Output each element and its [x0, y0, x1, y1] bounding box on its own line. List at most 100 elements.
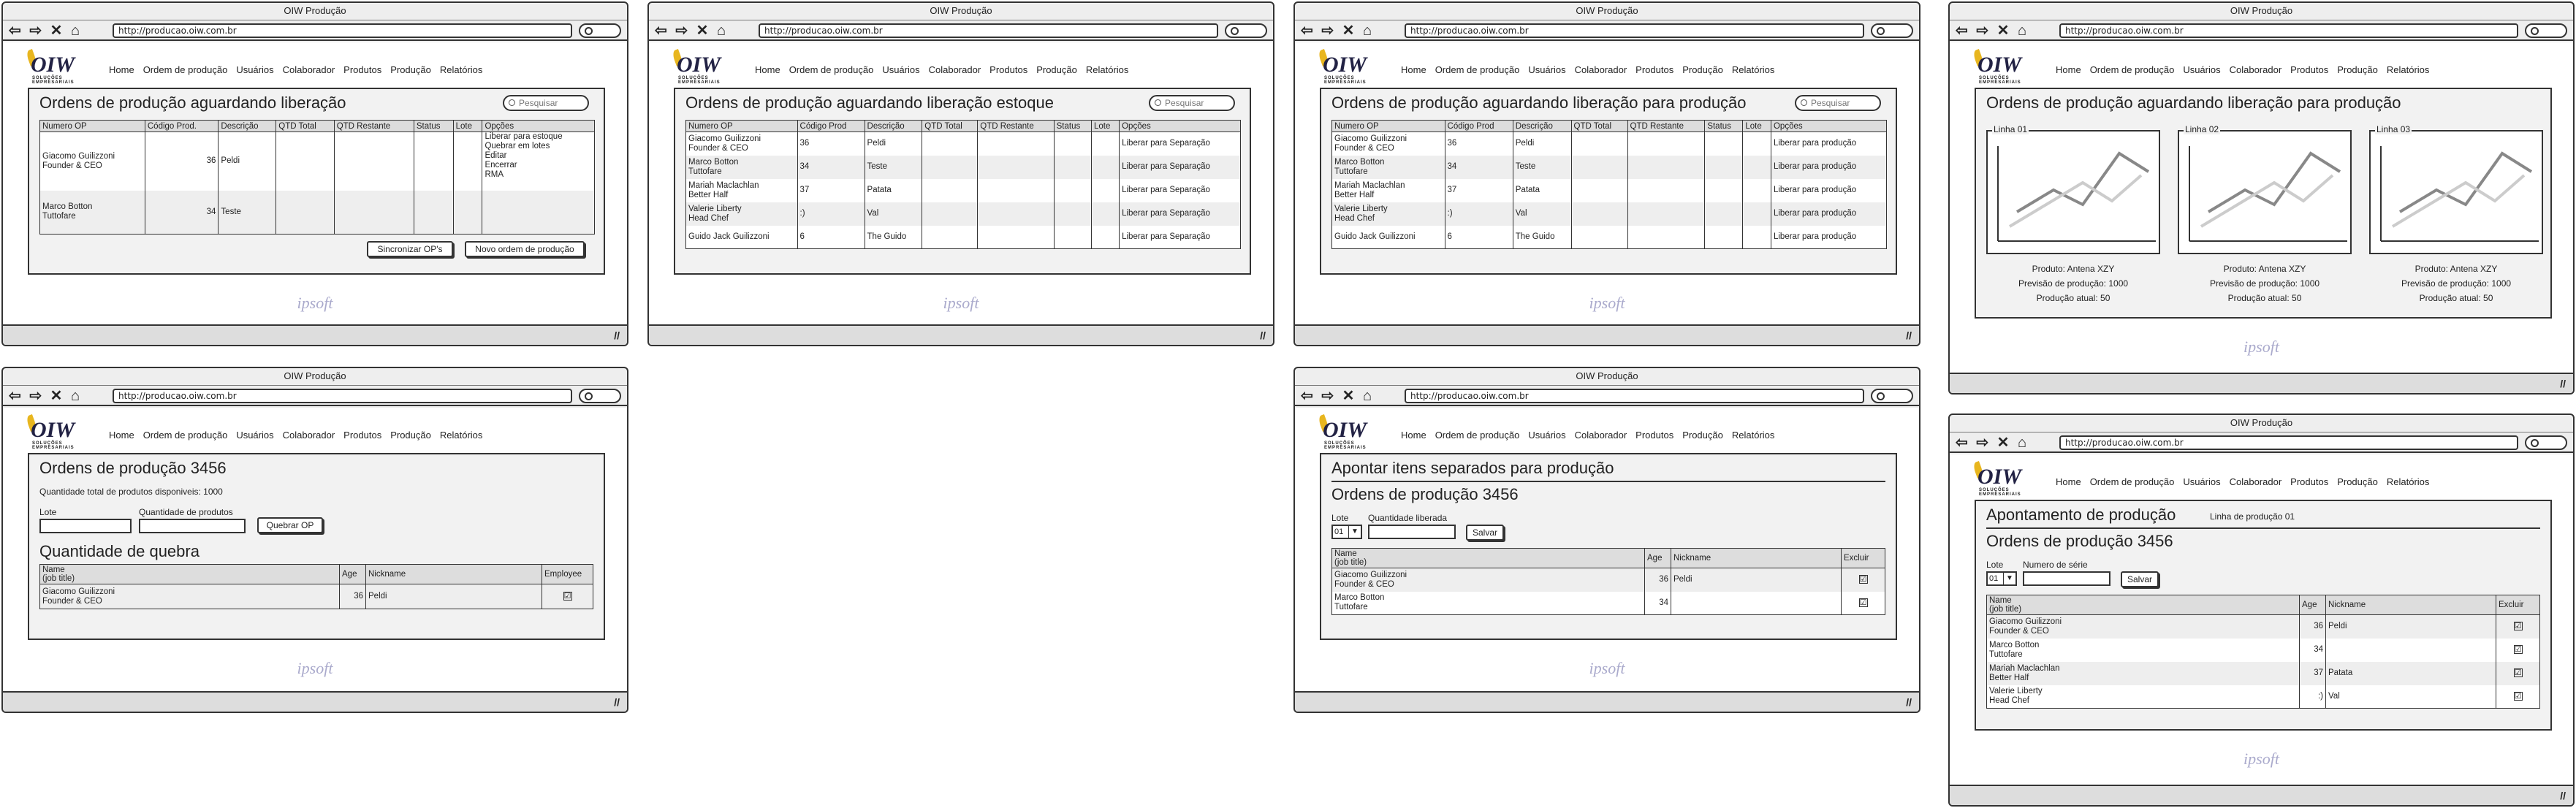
browser-nav-icons[interactable]: ⇦ ⇨ ✕ ⌂ [1301, 388, 1374, 404]
browser-nav-icons[interactable]: ⇦ ⇨ ✕ ⌂ [655, 23, 728, 39]
browser-search-icon[interactable] [2525, 435, 2567, 450]
cell-opcoes[interactable]: Liberar para produção [1770, 132, 1888, 156]
menu-colaborador[interactable]: Colaborador [283, 430, 335, 441]
menu-producao[interactable]: Produção [1682, 64, 1723, 75]
checkbox-icon[interactable]: ☑ [2513, 645, 2523, 654]
col-name[interactable]: Name (job title) [1331, 548, 1645, 568]
menu-colaborador[interactable]: Colaborador [1575, 64, 1627, 75]
sync-op-button[interactable]: Sincronizar OP's [367, 241, 453, 257]
serie-input[interactable] [2023, 571, 2110, 586]
menu-producao[interactable]: Produção [2337, 64, 2378, 75]
menu-usuarios[interactable]: Usuários [2183, 476, 2220, 487]
menu-relatorios[interactable]: Relatórios [440, 430, 483, 441]
menu-home[interactable]: Home [109, 430, 134, 441]
checkbox-icon[interactable]: ☑ [2513, 668, 2523, 677]
url-bar[interactable]: http://producao.oiw.com.br [2059, 435, 2518, 450]
browser-search-icon[interactable] [2525, 23, 2567, 38]
col-nickname[interactable]: Nickname [2325, 595, 2496, 615]
table-row[interactable]: Valerie Liberty Head Chef:) Val ☑ [1986, 685, 2540, 709]
checkbox-icon[interactable]: ☑ [1858, 575, 1868, 584]
qtd-input[interactable] [1368, 525, 1456, 539]
menu-ordem[interactable]: Ordem de produção [143, 64, 228, 75]
col-header[interactable]: Numero OP [1331, 120, 1445, 132]
col-header[interactable]: QTD Restante [333, 120, 414, 132]
col-header[interactable]: Lote [1090, 120, 1120, 132]
menu-producao[interactable]: Produção [1682, 430, 1723, 441]
col-header[interactable]: Numero OP [685, 120, 798, 132]
menu-home[interactable]: Home [109, 64, 134, 75]
col-header[interactable]: Opções [482, 120, 595, 132]
menu-relatorios[interactable]: Relatórios [1732, 430, 1775, 441]
new-op-button[interactable]: Novo ordem de produção [465, 241, 585, 257]
cell-opcoes[interactable]: Liberar para Separação [1119, 202, 1241, 226]
cell-opcoes[interactable]: Liberar para Separação [1119, 225, 1241, 249]
table-row[interactable]: Mariah Maclachlan Better Half 37 Patata Lib… [1331, 178, 1888, 202]
menu-home[interactable]: Home [2056, 64, 2081, 75]
col-header[interactable]: Código Prod [1444, 120, 1513, 132]
menu-relatorios[interactable]: Relatórios [1732, 64, 1775, 75]
menu-colaborador[interactable]: Colaborador [1575, 430, 1627, 441]
menu-ordem[interactable]: Ordem de produção [1435, 430, 1520, 441]
table-row[interactable]: Marco Botton Tuttofare 34 Teste [39, 190, 595, 235]
col-name[interactable]: Name (job title) [1986, 595, 2300, 615]
col-age[interactable]: Age [2299, 595, 2326, 615]
col-header[interactable]: Status [413, 120, 454, 132]
col-header[interactable]: QTD Restante [1627, 120, 1706, 132]
col-age[interactable]: Age [339, 564, 366, 584]
table-row[interactable]: Giacomo Guilizzoni Founder & CEO 36 Peldi L… [685, 132, 1241, 156]
table-row[interactable]: Valerie Liberty Head Chef:) Val Liberar pa… [1331, 202, 1888, 226]
menu-usuarios[interactable]: Usuários [236, 64, 273, 75]
lote-input[interactable] [39, 519, 132, 533]
menu-produtos[interactable]: Produtos [2290, 476, 2328, 487]
menu-colaborador[interactable]: Colaborador [2230, 476, 2282, 487]
salvar-button[interactable]: Salvar [1466, 525, 1504, 541]
search-input[interactable]: Pesquisar [503, 95, 589, 111]
col-header[interactable]: Lote [452, 120, 483, 132]
col-header[interactable]: Opções [1119, 120, 1241, 132]
browser-nav-icons[interactable]: ⇦ ⇨ ✕ ⌂ [1956, 23, 2029, 39]
resize-grip-icon[interactable]: // [1906, 696, 1912, 708]
url-bar[interactable]: http://producao.oiw.com.br [2059, 23, 2518, 38]
menu-colaborador[interactable]: Colaborador [929, 64, 981, 75]
browser-search-icon[interactable] [1871, 389, 1913, 403]
cell-opcoes[interactable]: Liberar para estoque Quebrar em lotes Ed… [482, 132, 595, 191]
checkbox-icon[interactable]: ☑ [1858, 598, 1868, 607]
col-header[interactable]: Descrição [864, 120, 923, 132]
browser-nav-icons[interactable]: ⇦ ⇨ ✕ ⌂ [9, 388, 82, 404]
menu-usuarios[interactable]: Usuários [2183, 64, 2220, 75]
col-header[interactable]: Numero OP [39, 120, 145, 132]
col-header[interactable]: Lote [1742, 120, 1771, 132]
table-row[interactable]: Mariah Maclachlan Better Half 37 Patata ☑ [1986, 661, 2540, 685]
menu-colaborador[interactable]: Colaborador [2230, 64, 2282, 75]
menu-home[interactable]: Home [1401, 430, 1426, 441]
col-employee[interactable]: Employee [542, 564, 593, 584]
menu-home[interactable]: Home [2056, 476, 2081, 487]
table-row[interactable]: Mariah Maclachlan Better Half 37 Patata Lib… [685, 178, 1241, 202]
resize-grip-icon[interactable]: // [2560, 378, 2566, 389]
browser-search-icon[interactable] [579, 389, 621, 403]
table-row[interactable]: Guido Jack Guilizzoni 6 The Guido Liberar p… [1331, 225, 1888, 249]
table-row[interactable]: Giacomo Guilizzoni Founder & CEO 36 Peldi L… [39, 132, 595, 191]
browser-search-icon[interactable] [1871, 23, 1913, 38]
menu-produtos[interactable]: Produtos [1635, 430, 1673, 441]
menu-produtos[interactable]: Produtos [989, 64, 1027, 75]
cell-opcoes[interactable]: Liberar para produção [1770, 202, 1888, 226]
menu-usuarios[interactable]: Usuários [236, 430, 273, 441]
table-row[interactable]: Giacomo Guilizzoni Founder & CEO 36 Peldi L… [1331, 132, 1888, 156]
browser-search-icon[interactable] [579, 23, 621, 38]
col-header[interactable]: QTD Restante [977, 120, 1055, 132]
table-row[interactable]: Giacomo Guilizzoni Founder & CEO 36 Peldi ☑ [39, 584, 593, 609]
menu-usuarios[interactable]: Usuários [1528, 64, 1565, 75]
col-header[interactable]: Código Prod. [144, 120, 219, 132]
resize-grip-icon[interactable]: // [1906, 329, 1912, 341]
table-row[interactable]: Guido Jack Guilizzoni 6 The Guido Liberar p… [685, 225, 1241, 249]
checkbox-icon[interactable]: ☑ [563, 592, 572, 601]
checkbox-icon[interactable]: ☑ [2513, 691, 2523, 701]
menu-producao[interactable]: Produção [1036, 64, 1077, 75]
col-header[interactable]: Status [1704, 120, 1744, 132]
table-row[interactable]: Marco Botton Tuttofare 34 ☑ [1331, 591, 1885, 615]
menu-relatorios[interactable]: Relatórios [440, 64, 483, 75]
menu-relatorios[interactable]: Relatórios [2387, 64, 2430, 75]
table-row[interactable]: Marco Botton Tuttofare 34 Teste Liberar par… [685, 155, 1241, 179]
menu-relatorios[interactable]: Relatórios [1086, 64, 1129, 75]
